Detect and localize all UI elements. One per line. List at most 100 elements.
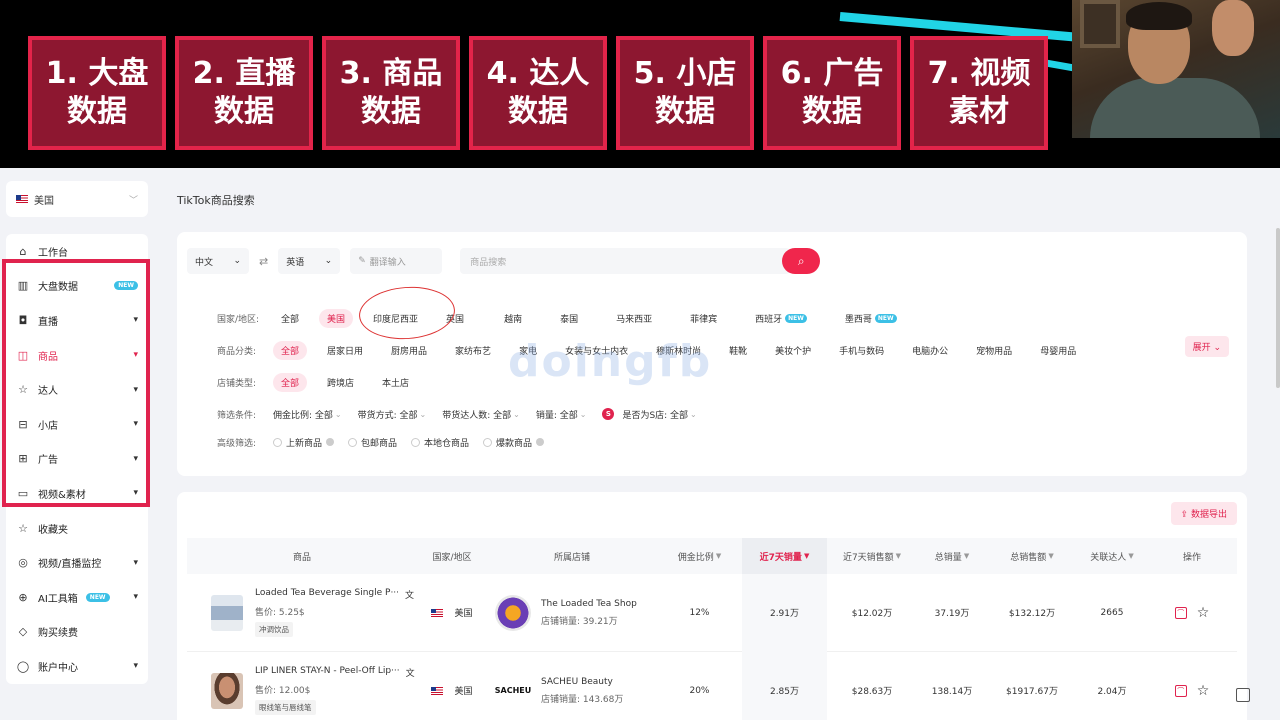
country-chip[interactable]: 印度尼西亚 — [365, 309, 426, 328]
new-products-checkbox[interactable]: 上新商品 — [273, 436, 335, 449]
shop-name[interactable]: The Loaded Tea Shop — [541, 599, 637, 609]
s-shop-dropdown[interactable]: 是否为S店: 全部 ⌄ — [622, 408, 696, 421]
region-select[interactable]: 美国 ﹀ — [6, 181, 148, 217]
product-cell[interactable]: LIP LINER STAY-N - Peel-Off Lip··· 文 售价: … — [187, 652, 417, 720]
product-thumbnail[interactable] — [211, 594, 243, 631]
shop-name[interactable]: SACHEU Beauty — [541, 677, 613, 687]
sidebar-item-video-assets[interactable]: ▭ 视频&素材 ▾ — [6, 476, 148, 511]
table-row[interactable]: Loaded Tea Beverage Single P··· 文 售价: 5.2… — [187, 573, 1237, 652]
shop-sales: 店铺销量: 143.68万 — [541, 694, 624, 705]
hot-products-checkbox[interactable]: 爆款商品 — [483, 436, 545, 449]
country-chip[interactable]: 菲律宾 — [682, 309, 725, 328]
search-button[interactable]: ⌕ — [782, 248, 821, 274]
favorite-star-icon[interactable]: ☆ — [1197, 683, 1210, 699]
category-chip[interactable]: 居家日用 — [319, 341, 371, 360]
revenue-7d-cell: $28.63万 — [851, 687, 893, 697]
category-tag: 冲调饮品 — [255, 622, 293, 637]
country-chip[interactable]: 全部 — [273, 309, 307, 328]
sidebar-item-favorites[interactable]: ☆ 收藏夹 — [6, 511, 148, 546]
column-header-revenue-7d[interactable]: 近7天销售额 ▼ — [827, 538, 917, 574]
country-chip[interactable]: 墨西哥 NEW — [837, 309, 905, 328]
product-name[interactable]: LIP LINER STAY-N - Peel-Off Lip··· 文 — [255, 666, 415, 679]
home-icon: ⌂ — [19, 244, 27, 258]
category-chip[interactable]: 穆斯林时尚 — [648, 341, 709, 360]
category-chip[interactable]: 女装与女士内衣 — [557, 341, 636, 360]
product-cell[interactable]: Loaded Tea Beverage Single P··· 文 售价: 5.2… — [187, 574, 417, 652]
local-warehouse-checkbox[interactable]: 本地仓商品 — [411, 436, 469, 449]
column-header-commission[interactable]: 佣金比例 ▼ — [657, 538, 742, 574]
target-language-select[interactable]: 英语 ⌄ — [278, 248, 341, 274]
scrollbar[interactable] — [1276, 228, 1280, 388]
chevron-down-icon: ▾ — [133, 315, 138, 326]
product-thumbnail[interactable] — [211, 672, 243, 709]
sidebar-item-monitor[interactable]: ◎ 视频/直播监控 ▾ — [6, 545, 148, 580]
category-chip[interactable]: 电脑办公 — [904, 341, 956, 360]
product-search-input[interactable]: 商品搜索 — [460, 248, 791, 274]
category-chip[interactable]: 母婴用品 — [1032, 341, 1084, 360]
expand-button[interactable]: 展开 ⌄ — [1184, 336, 1229, 357]
product-name[interactable]: Loaded Tea Beverage Single P··· 文 — [255, 588, 414, 601]
translate-icon[interactable]: 文 — [406, 666, 415, 679]
translate-input[interactable]: ✎ 翻译输入 — [350, 248, 443, 274]
tiktok-shop-icon[interactable]: ⌒ — [1174, 684, 1187, 697]
category-chip[interactable]: 宠物用品 — [968, 341, 1020, 360]
sales-volume-dropdown[interactable]: 销量: 全部 ⌄ — [536, 408, 587, 421]
sales-method-dropdown[interactable]: 带货方式: 全部 ⌄ — [358, 408, 427, 421]
sidebar-item-live[interactable]: ◘ 直播 ▾ — [6, 303, 148, 338]
country-chip[interactable]: 马来西亚 — [608, 309, 660, 328]
category-chip[interactable]: 家纺布艺 — [447, 341, 499, 360]
shop-cell[interactable]: SACHEU SACHEU Beauty 店铺销量: 143.68万 — [487, 652, 657, 720]
shop-cell[interactable]: The Loaded Tea Shop 店铺销量: 39.21万 — [487, 574, 657, 652]
creator-count-dropdown[interactable]: 带货达人数: 全部 ⌄ — [442, 408, 520, 421]
category-chip[interactable]: 厨房用品 — [383, 341, 435, 360]
tile-line: 1. 大盘 — [45, 56, 149, 91]
sidebar-item-account[interactable]: ◯ 账户中心 ▾ — [6, 649, 148, 684]
topic-tile: 1. 大盘 数据 — [28, 36, 166, 150]
sort-icon: ▼ — [1048, 552, 1054, 560]
category-chip[interactable]: 美妆个护 — [767, 341, 819, 360]
shop-type-chip[interactable]: 本土店 — [374, 373, 417, 392]
sidebar-item-label: 大盘数据 — [38, 282, 78, 294]
sidebar-item-label: 账户中心 — [38, 662, 78, 674]
shop-logo[interactable] — [495, 594, 531, 631]
sidebar-item-ai-tools[interactable]: ⊕ AI工具箱 NEW ▾ — [6, 580, 148, 615]
tile-line: 数据 — [361, 94, 421, 129]
source-language-select[interactable]: 中文 ⌄ — [187, 248, 249, 274]
document-icon[interactable] — [1236, 688, 1250, 702]
sidebar-item-purchase[interactable]: ◇ 购买续费 — [6, 615, 148, 650]
column-header-sales-7d[interactable]: 近7天销量 ▼ — [742, 538, 827, 574]
favorite-star-icon[interactable]: ☆ — [1197, 605, 1210, 621]
column-header-total-sales[interactable]: 总销量 ▼ — [917, 538, 987, 574]
country-chip-selected[interactable]: 美国 — [319, 308, 354, 328]
country-chip[interactable]: 泰国 — [552, 309, 586, 328]
sidebar-item-products[interactable]: ◫ 商品 ▾ — [6, 338, 148, 373]
table-row[interactable]: LIP LINER STAY-N - Peel-Off Lip··· 文 售价: … — [187, 651, 1237, 720]
shop-type-chip-selected[interactable]: 全部 — [273, 372, 308, 392]
country-chip[interactable]: 西班牙 NEW — [747, 309, 815, 328]
country-chip[interactable]: 越南 — [496, 309, 530, 328]
shop-type-chip[interactable]: 跨境店 — [319, 373, 362, 392]
free-shipping-checkbox[interactable]: 包邮商品 — [348, 436, 397, 449]
dropdown-label: 是否为S店: 全部 — [622, 410, 689, 421]
category-chip[interactable]: 家电 — [511, 341, 545, 360]
total-revenue-cell: $132.12万 — [1008, 609, 1056, 619]
category-chip-selected[interactable]: 全部 — [273, 340, 308, 360]
shop-logo[interactable]: SACHEU — [495, 672, 531, 709]
sidebar-item-market-data[interactable]: ▥ 大盘数据 NEW — [6, 269, 148, 304]
swap-icon[interactable]: ⇄ — [259, 255, 268, 268]
column-header-creators[interactable]: 关联达人 ▼ — [1077, 538, 1147, 574]
country-chip[interactable]: 英国 — [438, 309, 472, 328]
export-data-button[interactable]: ⇪ 数据导出 — [1170, 502, 1237, 525]
category-filter-row: 商品分类: 全部 居家日用 厨房用品 家纺布艺 家电 女装与女士内衣 穆斯林时尚… — [217, 340, 1096, 360]
tiktok-shop-icon[interactable]: ⌒ — [1174, 606, 1187, 619]
header-label: 关联达人 — [1090, 552, 1127, 563]
sidebar-item-shop[interactable]: ⊟ 小店 ▾ — [6, 407, 148, 442]
category-chip[interactable]: 鞋靴 — [721, 341, 755, 360]
sidebar-item-creators[interactable]: ☆ 达人 ▾ — [6, 372, 148, 407]
translate-icon[interactable]: 文 — [405, 588, 414, 601]
category-chip[interactable]: 手机与数码 — [831, 341, 892, 360]
sidebar-item-ads[interactable]: ⊞ 广告 ▾ — [6, 442, 148, 477]
column-header-total-revenue[interactable]: 总销售额 ▼ — [987, 538, 1077, 574]
commission-dropdown[interactable]: 佣金比例: 全部 ⌄ — [273, 408, 342, 421]
sidebar-item-workbench[interactable]: ⌂ 工作台 — [6, 234, 148, 269]
